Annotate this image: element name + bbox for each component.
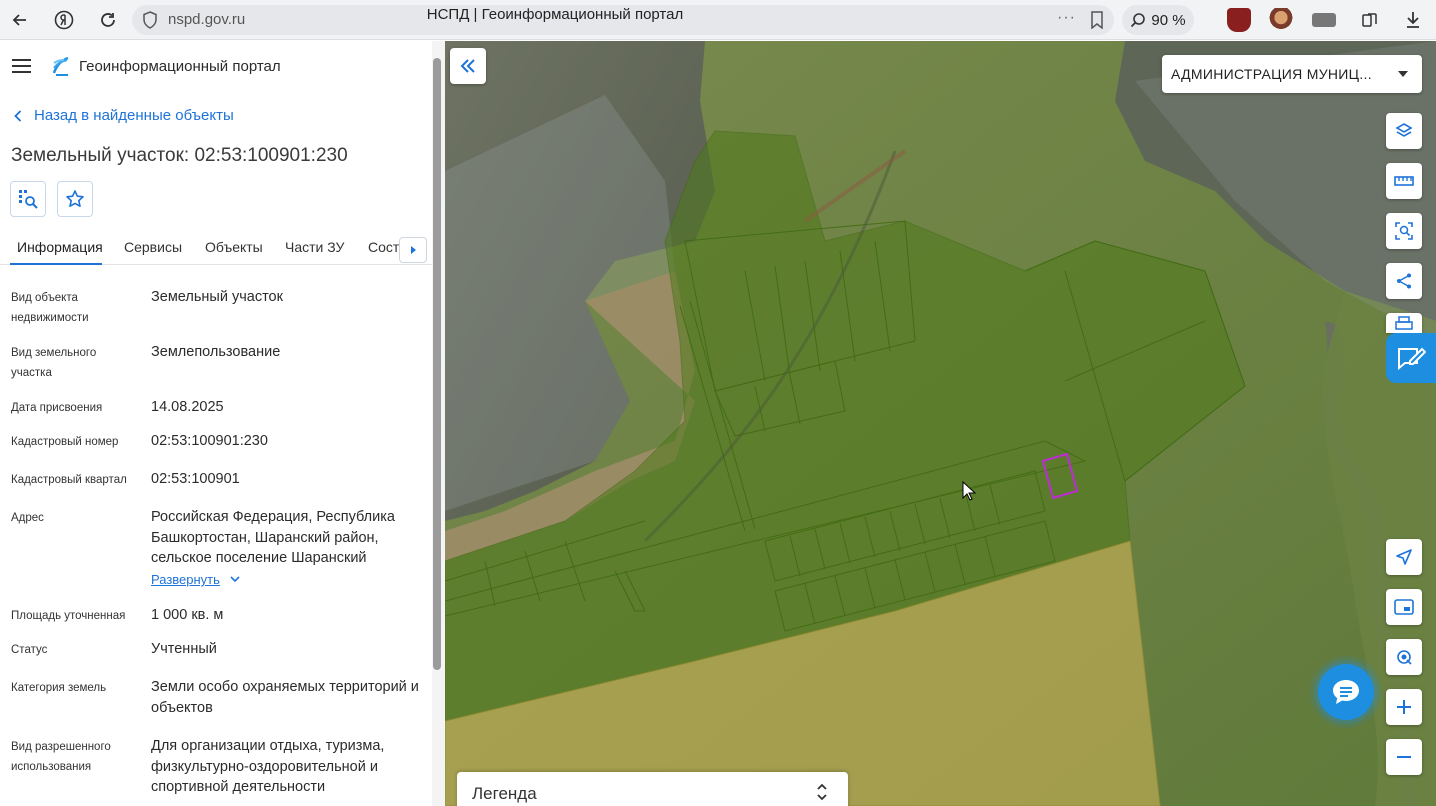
- tabs-scroll-right-button[interactable]: [399, 237, 427, 263]
- yandex-icon[interactable]: [50, 6, 78, 34]
- chevron-left-icon: [14, 109, 22, 122]
- share-icon: [1397, 273, 1411, 289]
- row-value-assign-date: 14.08.2025: [151, 399, 224, 415]
- row-value-cadastral-number: 02:53:100901:230: [151, 433, 268, 449]
- back-to-results-link[interactable]: Назад в найденные объекты: [14, 107, 234, 124]
- favorite-button[interactable]: [57, 181, 93, 217]
- locate-button[interactable]: [1386, 639, 1422, 675]
- map-canvas[interactable]: [445, 41, 1436, 806]
- portal-title: Геоинформационный портал: [79, 58, 281, 75]
- back-link-label: Назад в найденные объекты: [34, 107, 234, 124]
- layers-icon: [1395, 123, 1413, 137]
- row-value-cadastral-quarter: 02:53:100901: [151, 471, 240, 487]
- zoom-in-icon: [1397, 700, 1411, 714]
- expand-collapse-icon[interactable]: [816, 782, 828, 802]
- object-info-panel: Геоинформационный портал Назад в найденн…: [0, 41, 445, 806]
- row-label-permitted-use: Вид разрешенного использования: [11, 741, 111, 773]
- tab-information[interactable]: Информация: [17, 239, 103, 255]
- row-label-cadastral-quarter: Кадастровый квартал: [11, 474, 127, 486]
- panel-scrollbar[interactable]: [433, 58, 441, 670]
- menu-icon[interactable]: [12, 59, 31, 73]
- select-area-button[interactable]: [1386, 213, 1422, 249]
- layers-button[interactable]: [1386, 113, 1422, 149]
- active-tab-indicator: [10, 263, 102, 265]
- magnifier-icon: [1131, 13, 1146, 28]
- chat-icon: [1333, 680, 1359, 704]
- expand-label: Развернуть: [151, 572, 220, 587]
- url-text: nspd.gov.ru: [168, 11, 246, 28]
- browser-toolbar: nspd.gov.ru ··· НСПД | Геоинформационный…: [0, 0, 1436, 40]
- print-icon: [1395, 316, 1413, 330]
- portal-logo-icon: [52, 56, 69, 76]
- zoom-value: 90 %: [1151, 11, 1186, 29]
- extension-avatar-icon[interactable]: [1269, 8, 1293, 32]
- minimap-button[interactable]: [1386, 589, 1422, 625]
- expand-address-link[interactable]: Развернуть: [151, 572, 240, 587]
- tab-services[interactable]: Сервисы: [124, 239, 182, 255]
- share-button[interactable]: [1386, 263, 1422, 299]
- collapse-panel-button[interactable]: [450, 48, 486, 84]
- print-button[interactable]: [1386, 313, 1422, 333]
- navigate-icon: [1396, 549, 1412, 565]
- row-value-status: Учтенный: [151, 641, 217, 657]
- legend-title: Легенда: [472, 784, 537, 803]
- caret-down-icon: [1398, 71, 1408, 77]
- zoom-indicator[interactable]: 90 %: [1122, 5, 1194, 35]
- zoom-out-button[interactable]: [1386, 739, 1422, 775]
- more-icon[interactable]: ···: [1057, 9, 1076, 27]
- ruler-icon: [1394, 176, 1414, 186]
- caret-right-icon: [411, 246, 416, 254]
- row-value-parcel-type: Землепользование: [151, 344, 281, 360]
- tab-title: НСПД | Геоинформационный портал: [426, 6, 684, 23]
- extension-shield-icon[interactable]: [1227, 8, 1251, 32]
- bookmark-icon[interactable]: [1090, 11, 1104, 29]
- extension-gray-icon[interactable]: [1312, 13, 1336, 27]
- info-tabs: Информация Сервисы Объекты Части ЗУ Сост…: [0, 229, 432, 265]
- reload-icon[interactable]: [94, 6, 122, 34]
- row-value-object-type: Земельный участок: [151, 289, 283, 305]
- row-label-status: Статус: [11, 644, 48, 656]
- double-chevron-left-icon: [460, 59, 475, 73]
- search-on-map-button[interactable]: [10, 181, 46, 217]
- row-label-assign-date: Дата присвоения: [11, 402, 103, 414]
- map-search-icon: [19, 190, 38, 209]
- select-area-icon: [1395, 222, 1413, 240]
- download-icon[interactable]: [1399, 6, 1427, 34]
- panel-header: Геоинформационный портал: [0, 41, 432, 93]
- row-label-cadastral-number: Кадастровый номер: [11, 436, 119, 448]
- navigate-button[interactable]: [1386, 539, 1422, 575]
- row-label-land-category: Категория земель: [11, 682, 107, 694]
- zoom-in-button[interactable]: [1386, 689, 1422, 725]
- tab-parts[interactable]: Части ЗУ: [285, 239, 344, 255]
- row-label-parcel-type: Вид земельного участка: [11, 347, 97, 379]
- zoom-out-icon: [1397, 756, 1411, 758]
- row-value-area: 1 000 кв. м: [151, 607, 224, 623]
- map-view[interactable]: АДМИНИСТРАЦИЯ МУНИЦ... Легенда: [445, 41, 1436, 806]
- locate-icon: [1397, 650, 1412, 665]
- row-value-permitted-use: Для организации отдыха, туризма, физкуль…: [151, 738, 385, 795]
- row-value-address: Российская Федерация, Республика Башкорт…: [151, 509, 395, 566]
- admin-select-value: АДМИНИСТРАЦИЯ МУНИЦ...: [1171, 66, 1372, 82]
- feedback-tab[interactable]: [1386, 333, 1436, 383]
- chat-button[interactable]: [1318, 664, 1374, 720]
- feedback-icon: [1398, 347, 1426, 371]
- row-value-land-category: Земли особо охраняемых территорий и объе…: [151, 679, 419, 716]
- shield-icon[interactable]: [142, 11, 158, 29]
- measure-button[interactable]: [1386, 163, 1422, 199]
- collections-icon[interactable]: [1356, 6, 1384, 34]
- minimap-icon: [1394, 599, 1414, 615]
- back-arrow-icon[interactable]: [6, 6, 34, 34]
- chevron-down-icon: [230, 576, 240, 583]
- legend-panel[interactable]: Легенда: [457, 772, 848, 806]
- tab-objects[interactable]: Объекты: [205, 239, 263, 255]
- star-icon: [66, 190, 84, 207]
- object-title: Земельный участок: 02:53:100901:230: [11, 145, 348, 166]
- row-label-address: Адрес: [11, 512, 44, 524]
- row-label-object-type: Вид объекта недвижимости: [11, 292, 89, 324]
- row-label-area: Площадь уточненная: [11, 610, 126, 622]
- mouse-cursor-icon: [962, 481, 976, 501]
- admin-select[interactable]: АДМИНИСТРАЦИЯ МУНИЦ...: [1162, 55, 1422, 93]
